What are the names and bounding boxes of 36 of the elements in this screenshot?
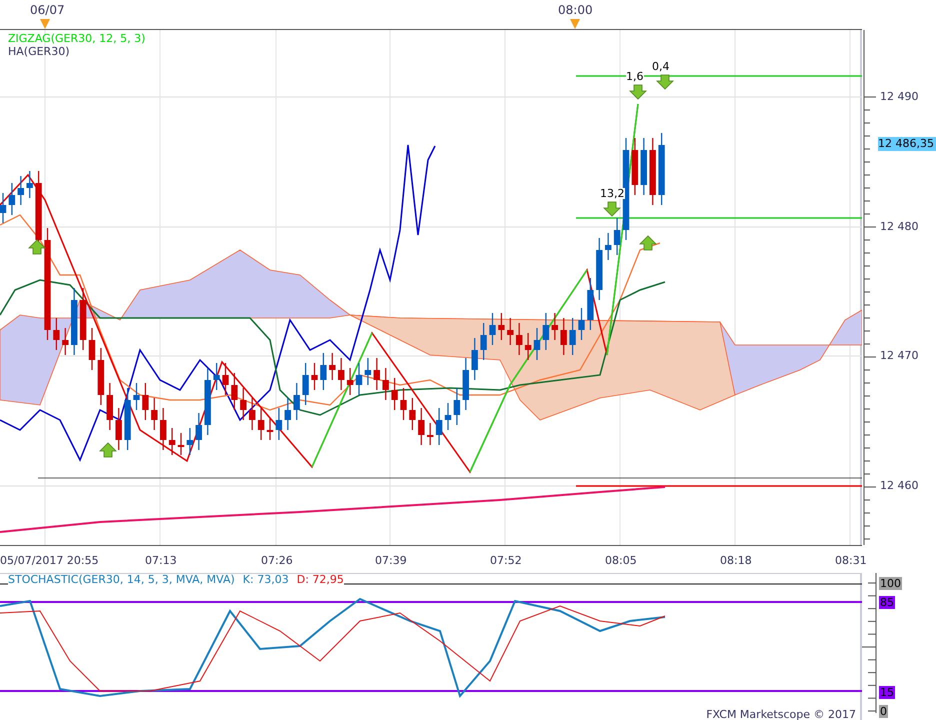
time-label: 08:31 xyxy=(835,555,867,566)
level-label: 15 xyxy=(879,686,895,699)
date-label: 06/07 xyxy=(30,2,65,19)
down-arrow-icon xyxy=(656,74,674,90)
time-label: 05/07/2017 20:55 xyxy=(0,555,99,566)
down-arrow-icon xyxy=(629,84,647,100)
value-label: 1,6 xyxy=(626,71,644,82)
current-price-label: 12 486,35 xyxy=(878,137,936,151)
up-arrow-icon xyxy=(99,442,117,458)
price-label: 12 460 xyxy=(880,480,918,491)
time-label: 08:05 xyxy=(605,555,637,566)
stochastic-label: STOCHASTIC(GER30, 14, 5, 3, MVA, MVA) xyxy=(8,574,235,586)
value-label: 13,2 xyxy=(600,188,624,199)
k-value: K: 73,03 xyxy=(242,574,289,586)
time-label: 07:52 xyxy=(490,555,522,566)
time-label: 07:13 xyxy=(145,555,177,566)
price-label: 12 480 xyxy=(880,221,918,232)
up-arrow-icon xyxy=(28,239,46,254)
up-arrow-icon xyxy=(639,235,657,250)
level-label: 85 xyxy=(879,596,895,609)
down-arrow-icon xyxy=(603,202,621,217)
indicator-label: HA(GER30) xyxy=(8,45,70,58)
marker-icon xyxy=(40,19,50,29)
price-label: 12 470 xyxy=(880,350,918,361)
copyright-text: FXCM Marketscope © 2017 xyxy=(706,709,856,720)
level-label: 100 xyxy=(879,577,902,590)
time-label: 07:39 xyxy=(375,555,407,566)
indicator-label: ZIGZAG(GER30, 12, 5, 3) xyxy=(8,32,146,45)
date-label: 08:00 xyxy=(558,2,593,19)
level-label: 0 xyxy=(879,705,888,718)
value-label: 0,4 xyxy=(652,61,670,72)
time-label: 08:18 xyxy=(720,555,752,566)
price-label: 12 490 xyxy=(880,91,918,102)
time-label: 07:26 xyxy=(261,555,293,566)
marker-icon xyxy=(570,19,580,29)
d-value: D: 72,95 xyxy=(296,574,344,586)
